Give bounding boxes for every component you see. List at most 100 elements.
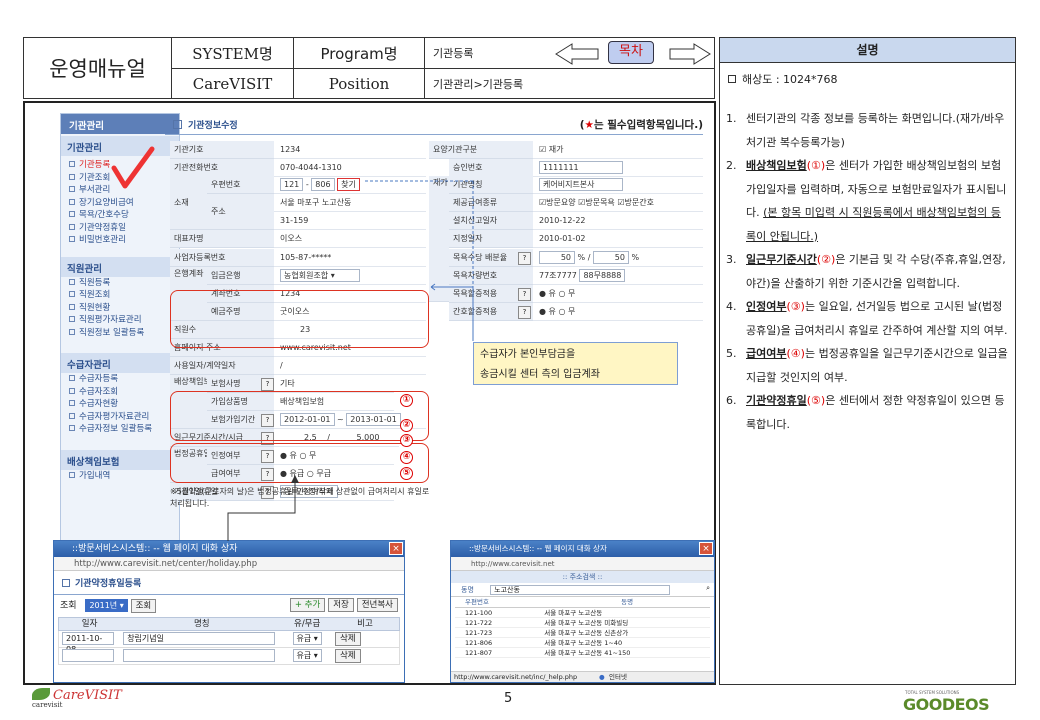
table-row: 유급 ▾ 삭제 — [58, 648, 400, 665]
dialog-toolbar: 조회 2011년 ▾ 조회 + 추가 저장 전년복사 — [54, 595, 404, 617]
year-select[interactable]: 2011년 ▾ — [85, 599, 128, 612]
name-input[interactable] — [123, 649, 276, 662]
checkbox-icon — [728, 75, 736, 83]
carevisit-logo: CareVISIT carevisit — [32, 688, 122, 709]
service-value[interactable]: ☑방문요양 ☑방문목욕 ☑방문간호 — [533, 194, 703, 212]
bath-apply-value[interactable]: ● 유 ○ 무 — [533, 285, 703, 303]
sidebar-item[interactable]: 가입내역 — [61, 470, 179, 483]
logo-leaf-icon — [32, 688, 50, 700]
ratio-value: 50 % / 50 % — [533, 249, 703, 267]
mark-4: ④ — [400, 451, 413, 464]
description-item: 4. 인정여부(③)는 일요일, 선거일등 법으로 고시된 날(법정공휴일)을 급… — [726, 300, 1008, 337]
check-mark-icon — [111, 146, 155, 189]
holiday-table: 일자명칭유/무급비고2011-10-08창립기념일유급 ▾삭제유급 ▾삭제 — [58, 617, 400, 665]
dialog2-url: http://www.carevisit.net — [451, 557, 714, 571]
globe-icon: ● — [599, 673, 605, 681]
address-dialog: ::방문서비스시스템:: -- 웹 페이지 대화 상자 × http://www.… — [450, 540, 715, 683]
search-icon[interactable]: ⌕ — [706, 584, 710, 593]
sidebar-item[interactable]: 수급자현황 — [61, 398, 179, 411]
address-row[interactable]: 121-100 서울 마포구 노고산동 — [455, 608, 710, 618]
bullet-icon — [69, 173, 75, 180]
copy-last-year-button[interactable]: 전년복사 — [356, 598, 398, 612]
address-subtitle: :: 주소검색 :: — [451, 571, 714, 583]
address-row[interactable]: 121-807 서울 마포구 노고산동 41~150 — [455, 648, 710, 658]
description-item: 3. 일근무기준시간(②)은 기본급 및 각 수당(주휴,휴일,연장,야간)을 산… — [726, 253, 1006, 290]
date-input[interactable] — [62, 649, 115, 662]
resolution-note: 해상도 : 1024*768 — [728, 71, 1015, 87]
sidebar-item[interactable]: 직원조회 — [61, 289, 179, 302]
bullet-icon — [69, 161, 75, 167]
position-value: 기관관리>기관등록 — [425, 68, 715, 98]
address-row[interactable]: 121-723 서울 마포구 노고산동 신촌상가 — [455, 628, 710, 638]
popup-connector — [227, 475, 299, 541]
next-arrow-icon — [669, 43, 711, 65]
sidebar-item[interactable]: 장기요양비급여 — [61, 197, 179, 210]
help-r1-icon[interactable]: ? — [518, 288, 531, 301]
designate-date-value: 2010-01-02 — [533, 230, 703, 248]
sidebar-section-title[interactable]: 수급자관리 — [61, 353, 179, 373]
description-item: 2. 배상책임보험(①)은 센터가 가입한 배상책임보험의 보험가입일자를 입력하… — [726, 159, 1007, 243]
sidebar-item[interactable]: 목욕/간호수당 — [61, 209, 179, 222]
mark-3: ③ — [400, 434, 413, 447]
sidebar-item[interactable]: 수급자평가자료관리 — [61, 411, 179, 424]
pay-select[interactable]: 유급 ▾ — [292, 632, 322, 645]
dialog2-status: http://www.carevisit.net/inc/_help.php ● 인… — [451, 671, 714, 682]
address-row[interactable]: 121-806 서울 마포구 노고산동 1~40 — [455, 638, 710, 648]
dialog-url: http://www.carevisit.net/center/holiday.… — [54, 557, 404, 571]
sidebar-item[interactable]: 수급자등록 — [61, 373, 179, 386]
sidebar-section-title[interactable]: 직원관리 — [61, 256, 179, 277]
delete-button[interactable]: 삭제 — [334, 648, 361, 663]
date-input[interactable]: 2011-10-08 — [62, 632, 115, 654]
sidebar-item[interactable]: 직원현황 — [61, 302, 179, 315]
add-button[interactable]: + 추가 — [289, 598, 326, 612]
toc-button[interactable]: 목차 — [608, 41, 654, 64]
sidebar-item[interactable]: 직원정보 일괄등록 — [61, 327, 179, 340]
sidebar-item[interactable]: 기관약정휴일 — [61, 222, 179, 235]
sidebar-item[interactable]: 직원등록 — [61, 277, 179, 290]
page-number: 5 — [504, 691, 513, 706]
approval-value: 1111111 — [533, 159, 703, 177]
mark-5: ⑤ — [400, 467, 413, 480]
dong-input[interactable]: 노고산동 — [490, 585, 671, 595]
pay-select[interactable]: 유급 ▾ — [292, 649, 322, 662]
label-rep: 대표자명 — [170, 230, 274, 248]
holiday-dialog: ::방문서비스시스템:: -- 웹 페이지 대화 상자 × http://www.… — [53, 540, 405, 683]
bullet-icon — [69, 316, 75, 322]
delete-button[interactable]: 삭제 — [334, 631, 361, 646]
close-icon[interactable]: × — [699, 542, 713, 555]
bank-callout: 수급자가 본인부담금을 송금시킬 센터 측의 입금계좌 — [473, 342, 678, 385]
description-item: 5. 급여여부(④)는 법정공휴일을 일근무기준시간으로 일급을 지급할 것인지의… — [726, 347, 1008, 384]
label-addr: 주소 — [207, 194, 274, 230]
help-q1-icon[interactable]: ? — [261, 378, 274, 391]
goodeos-logo: TOTAL SYSTEM SOLUTIONS GOODEOS — [903, 690, 990, 714]
address-table-header: 우편번호 동명 — [455, 597, 710, 608]
help-r0-icon[interactable]: ? — [518, 252, 531, 265]
form-icon — [173, 120, 182, 129]
nurse-apply-value[interactable]: ● 유 ○ 무 — [533, 303, 703, 321]
bullet-icon — [69, 387, 75, 394]
bullet-icon — [69, 186, 75, 192]
form-heading: 기관정보수정 (★는 필수입력항목입니다.) — [165, 113, 703, 135]
close-icon[interactable]: × — [389, 542, 403, 555]
label-zip: 우편번호 — [207, 176, 274, 194]
sidebar-item[interactable]: 수급자조회 — [61, 386, 179, 399]
address-row[interactable]: 121-722 서울 마포구 노고산동 미화빌딩 — [455, 618, 710, 628]
label-location: 소재 — [170, 176, 207, 230]
description-title: 설명 — [720, 38, 1015, 63]
bullet-icon — [69, 291, 75, 297]
bullet-icon — [69, 198, 75, 205]
address-search-row: 동명 노고산동 ⌕ — [451, 583, 714, 597]
sidebar-item[interactable]: 비밀번호관리 — [61, 234, 179, 247]
help-r2-icon[interactable]: ? — [518, 306, 531, 319]
sidebar-item[interactable]: 수급자정보 일괄등록 — [61, 423, 179, 436]
address-table: 우편번호 동명 121-100 서울 마포구 노고산동 121-722 서울 마포구 노고… — [455, 597, 710, 658]
sidebar-section-title[interactable]: 배상책임보험 — [61, 449, 179, 470]
search-button[interactable]: 조회 — [130, 598, 157, 613]
bullet-icon — [69, 278, 75, 285]
bullet-icon — [69, 211, 75, 217]
name-input[interactable]: 창립기념일 — [123, 632, 276, 645]
sidebar-item[interactable]: 직원평가자료관리 — [61, 314, 179, 327]
doc-header: 운영매뉴얼 SYSTEM명 CareVISIT Program명 Positio… — [23, 37, 715, 99]
label-bank: 입금은행 — [207, 267, 274, 285]
save-button[interactable]: 저장 — [328, 598, 354, 612]
